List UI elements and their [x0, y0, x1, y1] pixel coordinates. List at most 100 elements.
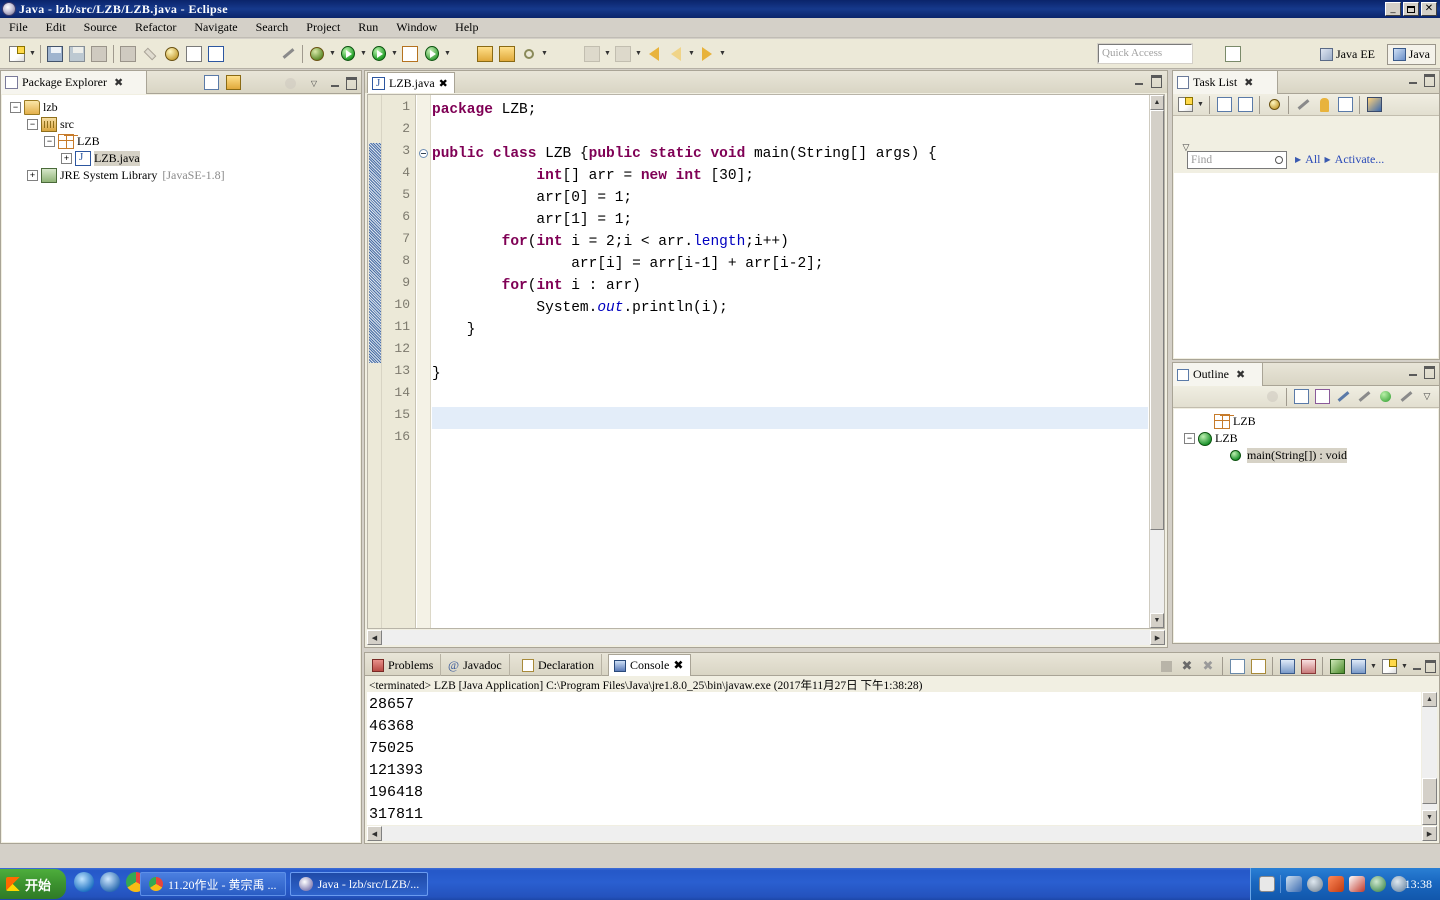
taskbar-window-eclipse[interactable]: Java - lzb/src/LZB/... [289, 872, 429, 896]
person-filter-button[interactable] [1314, 95, 1334, 114]
pin-console-button[interactable] [1327, 657, 1347, 676]
open-folder-button-2[interactable] [496, 43, 518, 65]
code-line[interactable]: arr[0] = 1; [432, 187, 1148, 209]
menu-source[interactable]: Source [75, 18, 126, 37]
new-task-button[interactable] [1175, 95, 1195, 114]
debug-last-button[interactable] [161, 43, 183, 65]
filter-button[interactable] [1293, 95, 1313, 114]
menu-edit[interactable]: Edit [37, 18, 75, 37]
open-perspective-button[interactable] [1222, 43, 1244, 65]
tab-declaration[interactable]: Declaration [517, 654, 602, 676]
tree-row-jre-library[interactable]: + JRE System Library [JavaSE-1.8] [6, 167, 360, 184]
close-button[interactable]: ✕ [1421, 2, 1437, 16]
console-horizontal-scrollbar[interactable]: ◀ ▶ [367, 826, 1437, 841]
tab-javadoc[interactable]: @ Javadoc [443, 654, 510, 676]
menu-project[interactable]: Project [297, 18, 349, 37]
update-icon[interactable] [1370, 876, 1386, 892]
task-list-body[interactable] [1174, 173, 1438, 358]
sort-button[interactable] [1312, 387, 1332, 406]
tab-console[interactable]: Console ✖ [608, 654, 692, 676]
start-button[interactable]: 开始 [0, 869, 66, 899]
code-line[interactable]: for(int i = 2;i < arr.length;i++) [432, 231, 1148, 253]
restore-tasks-button[interactable] [1364, 95, 1384, 114]
coverage-dropdown[interactable]: ▼ [390, 43, 399, 65]
console-vertical-scrollbar[interactable]: ▲ ▼ [1422, 692, 1437, 825]
close-icon[interactable]: ✖ [1236, 368, 1245, 381]
code-line[interactable]: arr[i] = arr[i-1] + arr[i-2]; [432, 253, 1148, 275]
outline-row-class[interactable]: − LZB [1178, 430, 1438, 447]
editor-code-area[interactable]: 1 2 3 4 5 6 7 8 9 10 11 12 13 14 15 16 package LZB; pub… [367, 94, 1165, 629]
coverage-button[interactable] [368, 43, 390, 65]
maximize-view-button[interactable] [1424, 660, 1437, 673]
minimize-view-button[interactable] [1406, 366, 1419, 379]
remove-launch-button[interactable]: ✖ [1177, 657, 1197, 676]
code-line[interactable]: int[] arr = new int [30]; [432, 165, 1148, 187]
close-icon[interactable]: ✖ [439, 77, 448, 90]
source-code[interactable]: package LZB; public class LZB {public st… [432, 95, 1148, 628]
collapse-all-button[interactable] [201, 73, 221, 92]
taskbar-window-chrome[interactable]: 11.20作业 - 黄宗禹 ... [140, 872, 286, 896]
tab-problems[interactable]: Problems [367, 654, 442, 676]
next-edit-dropdown[interactable]: ▼ [718, 43, 727, 65]
quick-access-input[interactable]: Quick Access [1097, 43, 1193, 64]
code-line[interactable]: System.out.println(i); [432, 297, 1148, 319]
tree-row-src[interactable]: − src [6, 116, 360, 133]
perspective-java[interactable]: Java [1386, 44, 1436, 65]
minimize-view-button[interactable] [328, 77, 341, 90]
expander-icon[interactable]: − [1184, 433, 1195, 444]
back-button[interactable] [643, 43, 665, 65]
expander-icon[interactable]: + [27, 170, 38, 181]
toggle-annotation-button[interactable] [277, 43, 299, 65]
editor-vertical-scrollbar[interactable]: ▲ ▼ [1149, 95, 1164, 628]
tab-package-explorer[interactable]: Package Explorer ✖ [1, 71, 147, 94]
display-selected-console-button[interactable] [1298, 657, 1318, 676]
categorize-button[interactable] [1214, 95, 1234, 114]
minimize-editor-button[interactable] [1132, 75, 1145, 88]
code-line[interactable]: arr[1] = 1; [432, 209, 1148, 231]
scroll-thumb[interactable] [1422, 778, 1437, 804]
task-filter-activate[interactable]: Activate... [1335, 152, 1385, 167]
next-annotation-button[interactable] [581, 43, 603, 65]
keyboard-icon[interactable] [1259, 876, 1275, 892]
terminate-button[interactable] [1156, 657, 1176, 676]
remove-all-launches-button[interactable]: ✖ [1198, 657, 1218, 676]
run-dropdown[interactable]: ▼ [359, 43, 368, 65]
save-button[interactable] [44, 43, 66, 65]
schedule-button[interactable] [1235, 95, 1255, 114]
expander-icon[interactable]: − [44, 136, 55, 147]
editor-horizontal-scrollbar[interactable]: ◀ ▶ [367, 630, 1165, 645]
task-filter-all[interactable]: All [1305, 152, 1320, 167]
hide-static-button[interactable] [1354, 387, 1374, 406]
scroll-thumb[interactable] [1150, 110, 1164, 530]
menu-navigate[interactable]: Navigate [185, 18, 246, 37]
fold-collapse-icon[interactable] [419, 149, 428, 158]
menu-search[interactable]: Search [247, 18, 298, 37]
marker-bar[interactable] [368, 95, 382, 628]
previous-annotation-dropdown[interactable]: ▼ [634, 43, 643, 65]
debug-dropdown[interactable]: ▼ [328, 43, 337, 65]
console-output[interactable]: 28657 46368 75025 121393 196418 317811 [367, 692, 1421, 825]
shield-icon[interactable] [1307, 876, 1323, 892]
scroll-down-button[interactable]: ▼ [1150, 613, 1164, 628]
expander-icon[interactable]: + [61, 153, 72, 164]
show-console-button[interactable] [1277, 657, 1297, 676]
scroll-right-button[interactable]: ▶ [1150, 630, 1165, 645]
maximize-view-button[interactable] [1423, 74, 1436, 87]
focus-button[interactable] [280, 74, 300, 93]
scroll-left-button[interactable]: ◀ [367, 630, 382, 645]
hide-local-button[interactable] [1396, 387, 1416, 406]
tree-row-package[interactable]: − LZB [6, 133, 360, 150]
maximize-editor-button[interactable] [1150, 75, 1163, 88]
new-java-project-button[interactable] [399, 43, 421, 65]
next-edit-button[interactable] [696, 43, 718, 65]
focus-button[interactable] [1262, 387, 1282, 406]
restore-button[interactable] [1403, 2, 1419, 16]
lock-scroll-button[interactable] [1248, 657, 1268, 676]
menu-run[interactable]: Run [349, 18, 387, 37]
minimize-view-button[interactable] [1406, 74, 1419, 87]
new-class-button[interactable] [205, 43, 227, 65]
minimize-button[interactable]: _ [1385, 2, 1401, 16]
media-player-icon[interactable] [100, 872, 120, 892]
view-menu-button[interactable]: ▽ [304, 74, 324, 93]
outline-row-package[interactable]: LZB [1178, 413, 1438, 430]
